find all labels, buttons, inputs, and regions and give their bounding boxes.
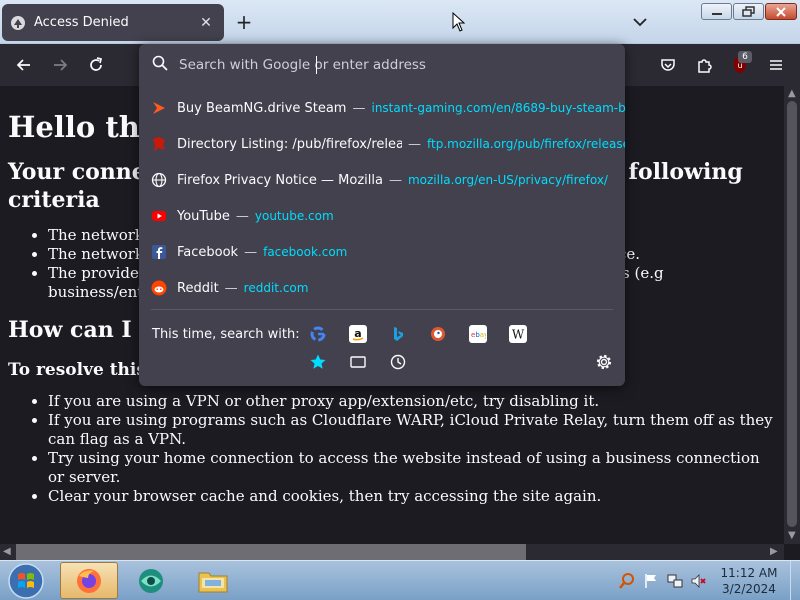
clock-date: 3/2/2024 [722,582,776,596]
taskbar: 11:12 AM 3/2/2024 [0,560,800,600]
reload-icon[interactable] [84,53,108,77]
hamburger-menu-icon[interactable] [764,53,788,77]
suggestion-url: ftp.mozilla.org/pub/firefox/releases/ [427,137,625,151]
urlbar-dropdown: Buy BeamNG.drive Steam — instant-gaming.… [139,44,625,386]
google-icon[interactable] [309,325,327,343]
cloudflare-icon [10,15,26,31]
suggestion-url: facebook.com [263,245,348,259]
tab-access-denied[interactable]: Access Denied ✕ [2,4,224,41]
scroll-up-icon[interactable]: ▲ [788,88,796,99]
suggestion-title: YouTube [177,208,230,224]
suggestion-title: Buy BeamNG.drive Steam [177,100,347,116]
suggestion-row-privacy-notice[interactable]: Firefox Privacy Notice — Mozilla — mozil… [139,162,625,198]
bookmarks-star-icon[interactable] [309,353,327,371]
scroll-right-icon[interactable]: ▶ [770,546,778,557]
search-icon [151,54,169,76]
system-clock[interactable]: 11:12 AM 3/2/2024 [712,565,786,597]
ftp-directory-icon [151,136,167,152]
suggestion-separator: — [235,208,249,224]
pocket-icon[interactable] [656,53,680,77]
ublock-count-badge: 6 [738,51,752,63]
list-item: Clear your browser cache and cookies, th… [48,487,776,506]
suggestion-row-beamng[interactable]: Buy BeamNG.drive Steam — instant-gaming.… [139,90,625,126]
svg-text:ebay: ebay [471,331,486,339]
bing-icon[interactable] [389,325,407,343]
show-desktop-button[interactable] [790,561,800,600]
address-input[interactable] [179,57,599,73]
window-minimize-button[interactable] [701,3,732,20]
horizontal-scroll-thumb[interactable] [16,544,526,560]
amazon-icon[interactable]: a [349,325,367,343]
list-all-tabs-chevron-down-icon[interactable] [630,12,650,32]
vertical-scroll-thumb[interactable] [787,101,797,527]
suggestion-separator: — [408,136,421,152]
suggestion-separator: — [352,100,366,116]
search-tray-icon[interactable] [618,572,636,590]
suggestion-url: instant-gaming.com/en/8689-buy-steam-bea… [371,101,625,115]
window-close-button[interactable] [765,3,797,20]
facebook-icon [151,244,167,260]
network-icon[interactable] [666,572,684,590]
list-item: Try using your home connection to access… [48,449,776,487]
suggestion-title: Firefox Privacy Notice — Mozilla [177,172,383,188]
volume-muted-icon[interactable] [690,572,708,590]
forward-arrow-icon[interactable] [48,53,72,77]
taskbar-file-explorer-icon[interactable] [184,562,242,599]
scroll-down-icon[interactable]: ▼ [788,530,796,541]
ebay-icon[interactable]: ebay [469,325,487,343]
wikipedia-icon[interactable]: W [509,325,527,343]
scroll-left-icon[interactable]: ◀ [3,546,11,557]
divider [151,309,613,310]
duckduckgo-icon[interactable] [429,325,447,343]
search-settings-gear-icon[interactable] [595,353,613,371]
svg-text:W: W [512,328,525,342]
window-restore-button[interactable] [733,3,764,20]
extensions-puzzle-icon[interactable] [692,53,716,77]
suggestion-title: Directory Listing: /pub/firefox/releases [177,136,402,152]
tab-close-icon[interactable]: ✕ [196,13,216,33]
beamng-icon [151,100,167,116]
taskbar-firefox-icon[interactable] [60,562,118,599]
suggestion-url: youtube.com [254,209,334,223]
svg-text:a: a [354,327,361,340]
back-arrow-icon[interactable] [12,53,36,77]
history-clock-icon[interactable] [389,353,407,371]
tab-title: Access Denied [34,15,129,30]
horizontal-scrollbar[interactable]: ◀ ▶ [0,544,784,560]
suggestion-url: mozilla.org/en-US/privacy/firefox/ [407,173,608,187]
suggestion-separator: — [244,244,258,260]
reddit-icon [151,280,167,296]
list-item: If you are using a VPN or other proxy ap… [48,392,776,411]
start-button-windows-icon[interactable] [6,562,46,600]
youtube-icon [151,208,167,224]
urlbar [139,44,625,86]
suggestion-separator: — [224,280,238,296]
suggestion-url: reddit.com [243,281,309,295]
clock-time: 11:12 AM [720,566,778,580]
suggestion-separator: — [388,172,402,188]
tab-strip: Access Denied ✕ + [0,0,800,44]
mouse-cursor-icon [452,11,466,36]
list-item: If you are using programs such as Cloudf… [48,411,776,449]
suggestion-row-directory-listing[interactable]: Directory Listing: /pub/firefox/releases… [139,126,625,162]
new-tab-button[interactable]: + [232,10,256,34]
suggestion-row-facebook[interactable]: Facebook — facebook.com [139,234,625,270]
taskbar-app-icon[interactable] [122,562,180,599]
action-center-flag-icon[interactable] [642,572,660,590]
suggestion-list: Buy BeamNG.drive Steam — instant-gaming.… [139,90,625,306]
vertical-scrollbar[interactable]: ▲ ▼ [784,86,800,544]
suggestion-title: Reddit [177,280,219,296]
tabs-icon[interactable] [349,353,367,371]
suggestion-row-youtube[interactable]: YouTube — youtube.com [139,198,625,234]
text-caret [316,56,317,74]
search-with-label: This time, search with: [152,327,300,342]
suggestion-title: Facebook [177,244,239,260]
steps-list: If you are using a VPN or other proxy ap… [48,392,776,506]
suggestion-row-reddit[interactable]: Reddit — reddit.com [139,270,625,306]
globe-icon [151,172,167,188]
